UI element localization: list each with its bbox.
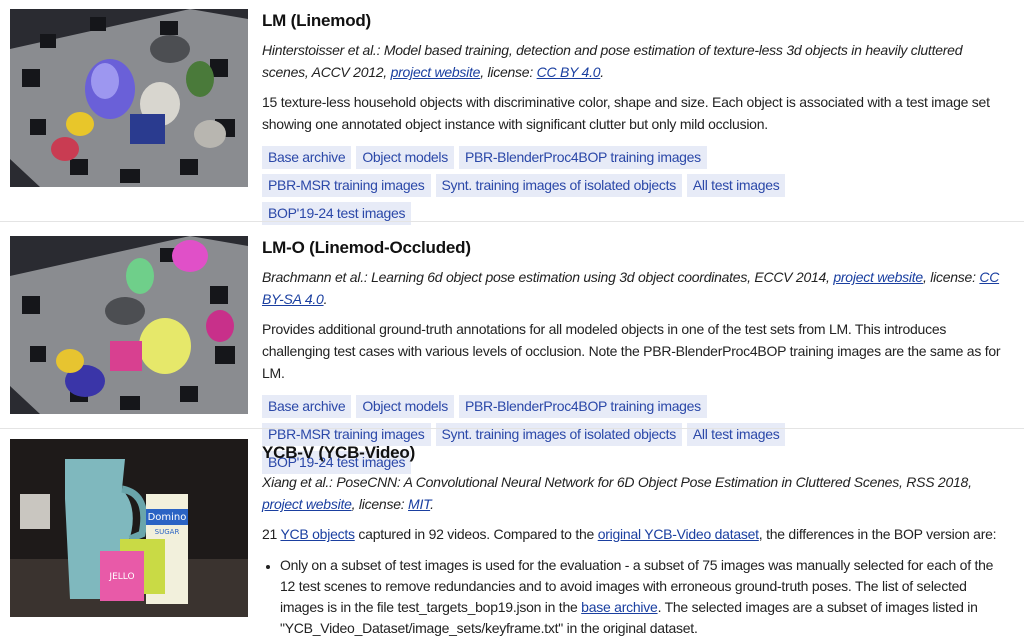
dataset-description: 21 YCB objects captured in 92 videos. Co…: [262, 523, 1006, 545]
citation-end: .: [430, 496, 434, 512]
all-test-images-link[interactable]: All test images: [686, 174, 786, 197]
base-archive-link[interactable]: Base archive: [262, 395, 352, 418]
citation-end: .: [323, 291, 328, 307]
citation-text: Brachmann et al.: Learning 6d object pos…: [262, 269, 830, 285]
desc-count: 21: [262, 526, 278, 542]
dataset-description: 15 texture-less household objects with d…: [262, 94, 990, 132]
pbr-msr-link[interactable]: PBR-MSR training images: [262, 174, 431, 197]
dataset-thumbnail-lmo[interactable]: [10, 236, 248, 414]
project-website-link[interactable]: project website: [262, 496, 352, 512]
license-prefix: , license:: [922, 269, 976, 285]
object-models-link[interactable]: Object models: [356, 395, 454, 418]
dataset-entry-ycbv: Domino SUGAR JELLO YCB-V (YCB-Video) Xia…: [0, 428, 1024, 639]
citation: Xiang et al.: PoseCNN: A Convolutional N…: [262, 471, 1006, 515]
dataset-thumbnail-lm[interactable]: [10, 9, 248, 187]
base-archive-link[interactable]: Base archive: [262, 146, 352, 169]
citation-end: .: [600, 64, 604, 80]
base-archive-inline-link[interactable]: base archive: [581, 599, 658, 615]
ycb-objects-link[interactable]: YCB objects: [280, 526, 355, 542]
dataset-title: LM-O (Linemod-Occluded): [262, 238, 471, 257]
sugar-box-label: SUGAR: [155, 528, 180, 536]
project-website-link[interactable]: project website: [833, 269, 923, 285]
jello-box-label: JELLO: [108, 572, 134, 582]
pbr-blenderproc-link[interactable]: PBR-BlenderProc4BOP training images: [458, 146, 707, 169]
original-ycb-video-link[interactable]: original YCB-Video dataset: [598, 526, 759, 542]
list-item: Only on a subset of test images is used …: [280, 555, 1006, 639]
citation: Brachmann et al.: Learning 6d object pos…: [262, 266, 1006, 310]
dataset-description: Provides additional ground-truth annotat…: [262, 321, 1001, 381]
project-website-link[interactable]: project website: [391, 64, 481, 80]
dataset-title: YCB-V (YCB-Video): [262, 443, 416, 462]
dataset-entry-lm: LM (Linemod) Hinterstoisser et al.: Mode…: [0, 0, 1024, 225]
license-link[interactable]: MIT: [408, 496, 430, 512]
differences-list: Only on a subset of test images is used …: [262, 555, 1006, 639]
citation: Hinterstoisser et al.: Model based train…: [262, 39, 1006, 83]
object-models-link[interactable]: Object models: [356, 146, 454, 169]
synt-training-link[interactable]: Synt. training images of isolated object…: [435, 174, 682, 197]
dataset-entry-lmo: LM-O (Linemod-Occluded) Brachmann et al.…: [0, 221, 1024, 474]
desc-end: , the differences in the BOP version are…: [758, 526, 997, 542]
citation-text: Xiang et al.: PoseCNN: A Convolutional N…: [262, 474, 972, 490]
citation-text: Hinterstoisser et al.: Model based train…: [262, 42, 963, 80]
dataset-thumbnail-ycbv[interactable]: Domino SUGAR JELLO: [10, 439, 248, 617]
desc-middle: captured in 92 videos. Compared to the: [358, 526, 595, 542]
dataset-title: LM (Linemod): [262, 11, 372, 30]
license-prefix: , license:: [351, 496, 405, 512]
license-prefix: , license:: [480, 64, 533, 80]
download-links: Base archive Object models PBR-BlenderPr…: [262, 146, 862, 230]
license-link[interactable]: CC BY 4.0: [537, 64, 601, 80]
pbr-blenderproc-link[interactable]: PBR-BlenderProc4BOP training images: [458, 395, 707, 418]
domino-box-label: Domino: [148, 512, 187, 523]
